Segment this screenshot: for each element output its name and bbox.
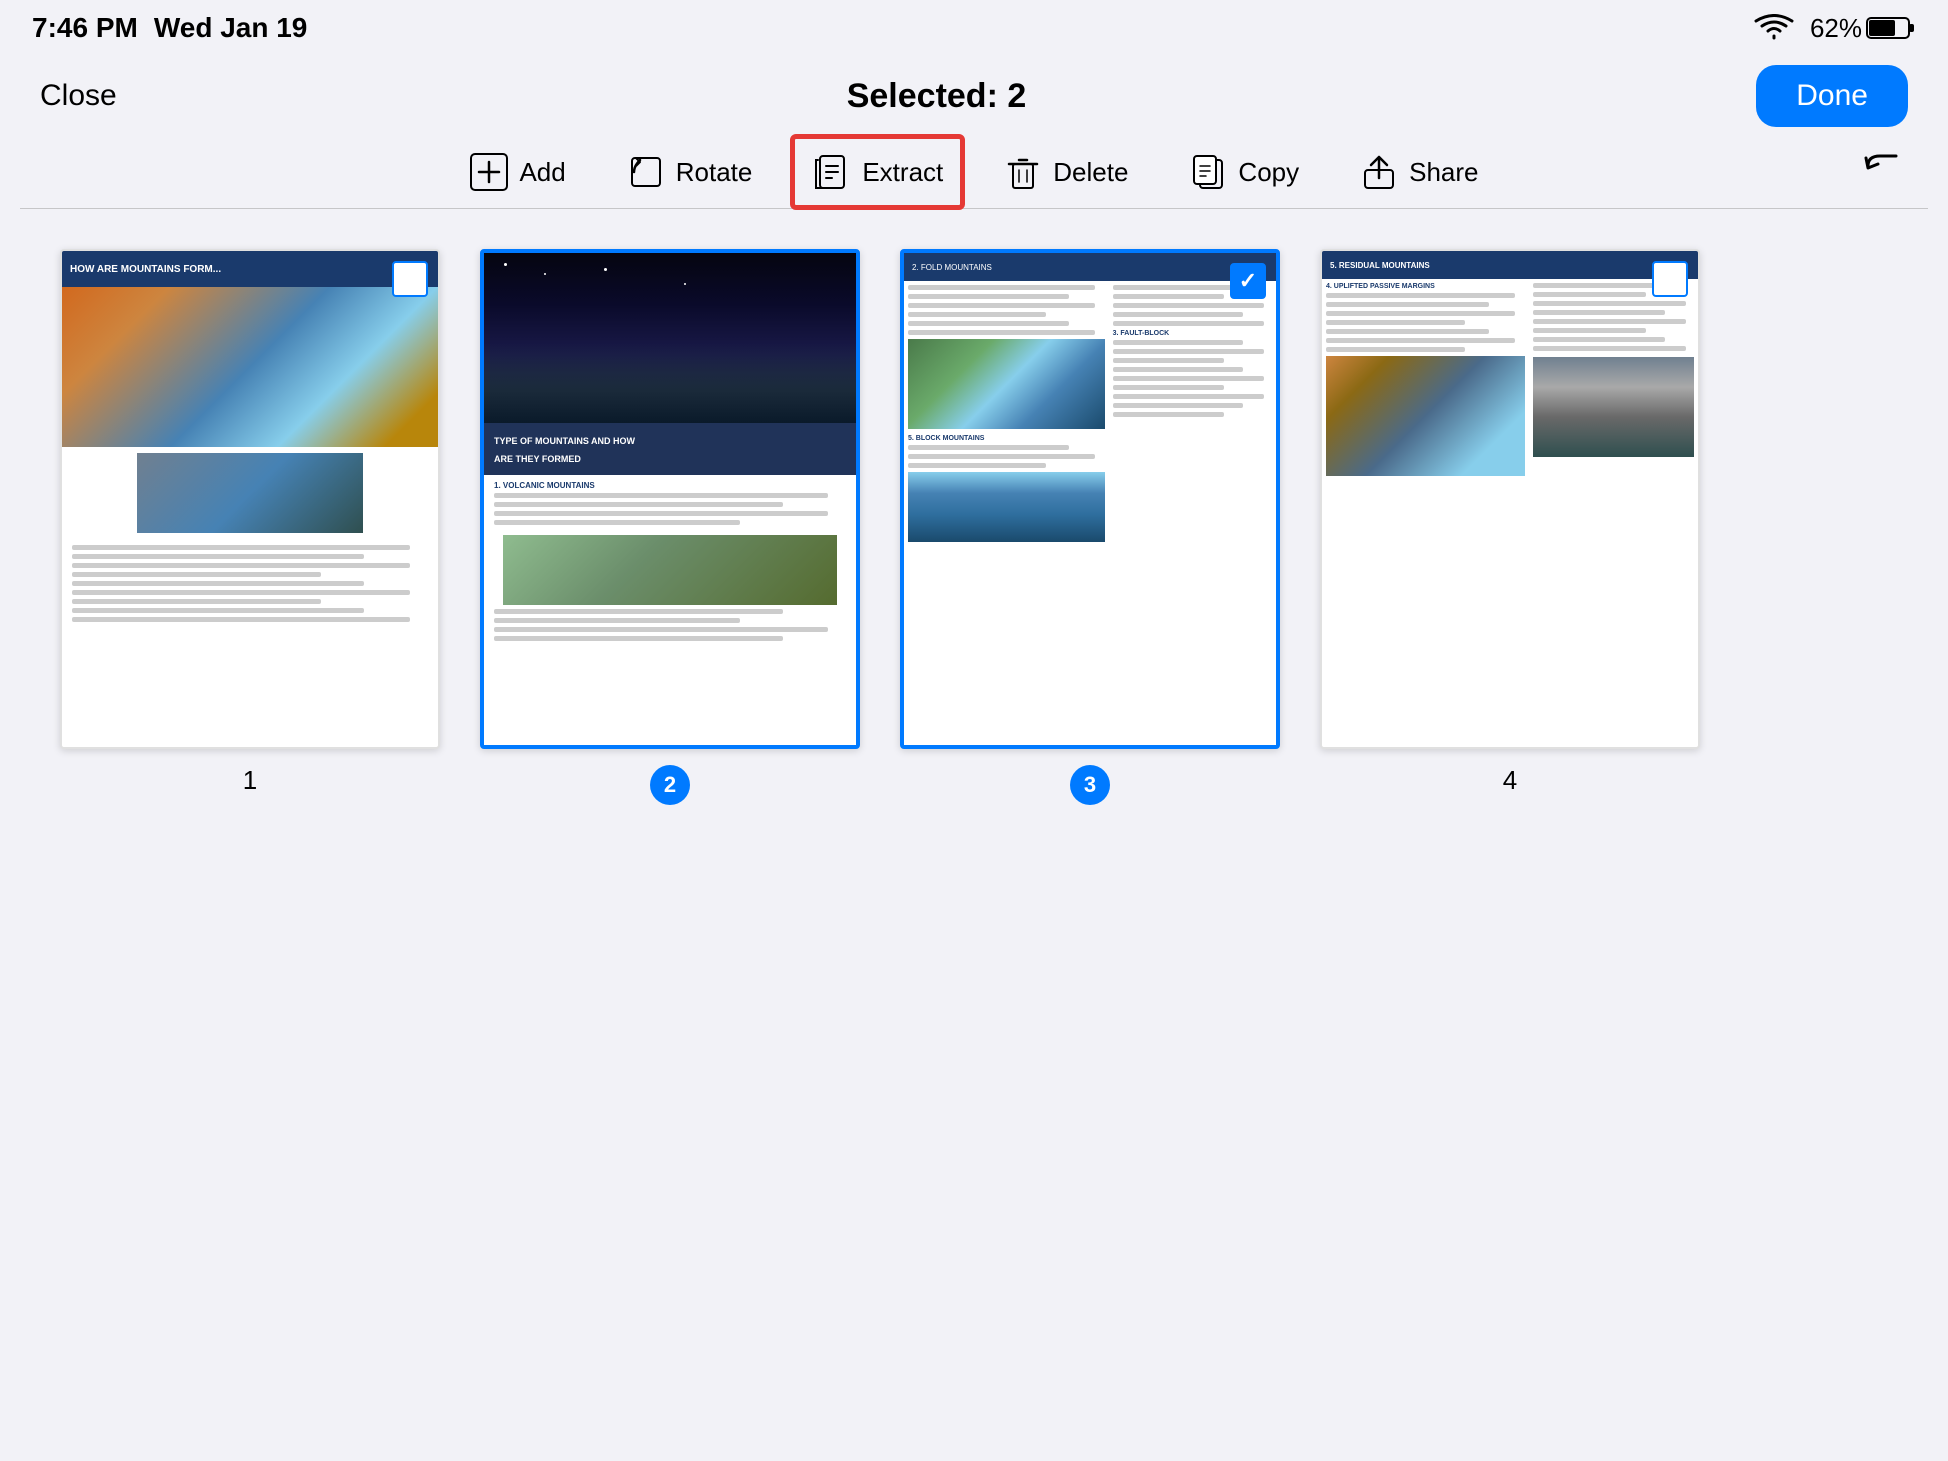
add-button[interactable]: Add [469,152,565,192]
rotate-label: Rotate [676,157,753,188]
copy-icon [1188,152,1228,192]
page-item-2[interactable]: ✓ TYPE OF MOUNTAINS AND HOWARE THEY FORM… [480,249,860,805]
status-time: 7:46 PM [32,12,138,44]
battery-icon [1866,15,1916,41]
delete-button[interactable]: Delete [1003,152,1128,192]
status-bar: 7:46 PM Wed Jan 19 62% [0,0,1948,56]
page-thumb-4[interactable]: 5. RESIDUAL MOUNTAINS 4. UPLIFTED PASSIV… [1320,249,1700,749]
page-thumb-3[interactable]: ✓ 2. FOLD MOUNTAINS 5 [900,249,1280,749]
share-label: Share [1409,157,1478,188]
copy-label: Copy [1238,157,1299,188]
page-item-4[interactable]: 5. RESIDUAL MOUNTAINS 4. UPLIFTED PASSIV… [1320,249,1700,796]
status-icons: 62% [1754,13,1916,44]
toolbar: Add Rotate Extract [0,136,1948,208]
wifi-icon [1754,14,1794,42]
page-item-1[interactable]: HOW ARE MOUNTAINS FORM... 1 [60,249,440,796]
nav-bar: Close Selected: 2 Done [0,56,1948,136]
pages-grid: HOW ARE MOUNTAINS FORM... 1 [0,209,1948,845]
add-icon [469,152,509,192]
share-icon [1359,152,1399,192]
delete-icon [1003,152,1043,192]
page-number-3: 3 [1070,765,1110,805]
page-checkbox-4[interactable] [1652,261,1688,297]
rotate-icon [626,152,666,192]
page-number-2: 2 [650,765,690,805]
extract-icon [812,152,852,192]
page-checkbox-3[interactable]: ✓ [1230,263,1266,299]
battery-indicator: 62% [1810,13,1916,44]
extract-label: Extract [862,157,943,188]
undo-button[interactable] [1858,146,1908,199]
page-thumb-2[interactable]: ✓ TYPE OF MOUNTAINS AND HOWARE THEY FORM… [480,249,860,749]
close-button[interactable]: Close [40,79,117,113]
battery-percentage: 62% [1810,13,1862,44]
add-label: Add [519,157,565,188]
page-number-1: 1 [243,765,257,796]
delete-label: Delete [1053,157,1128,188]
page-checkbox-1[interactable] [392,261,428,297]
done-button[interactable]: Done [1756,65,1908,127]
undo-icon [1858,146,1908,196]
page-thumb-1[interactable]: HOW ARE MOUNTAINS FORM... [60,249,440,749]
extract-button-wrapper: Extract [812,152,943,192]
copy-button[interactable]: Copy [1188,152,1299,192]
status-date: Wed Jan 19 [154,12,308,44]
page-title: Selected: 2 [847,77,1027,116]
check-icon: ✓ [1239,268,1257,294]
share-button[interactable]: Share [1359,152,1478,192]
page-number-4: 4 [1503,765,1517,796]
page-item-3[interactable]: ✓ 2. FOLD MOUNTAINS 5 [900,249,1280,805]
extract-button[interactable]: Extract [812,152,943,192]
rotate-button[interactable]: Rotate [626,152,753,192]
